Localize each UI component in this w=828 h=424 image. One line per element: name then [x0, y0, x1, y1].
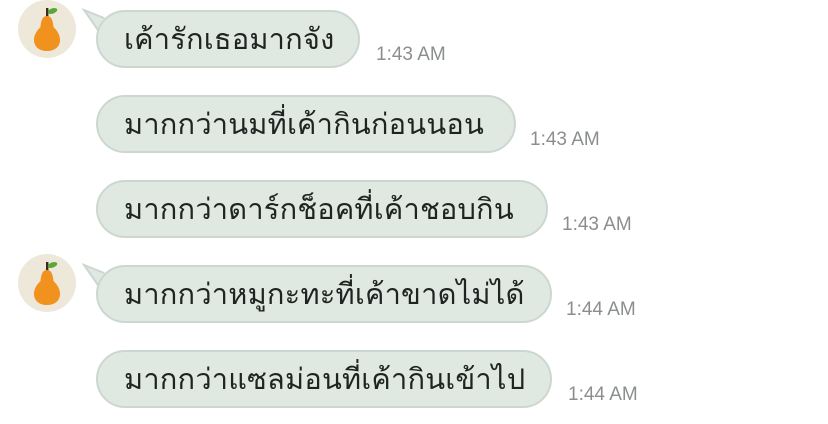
message-timestamp: 1:44 AM: [566, 299, 636, 320]
message-text: มากกว่าแซลม่อนที่เค้ากินเข้าไป: [124, 362, 526, 396]
message-timestamp: 1:43 AM: [376, 44, 446, 65]
chat-thread: เค้ารักเธอมากจัง 1:43 AM มากกว่านมที่เค้…: [0, 0, 828, 424]
message-bubble[interactable]: มากกว่าแซลม่อนที่เค้ากินเข้าไป: [96, 350, 552, 408]
message-bubble[interactable]: เค้ารักเธอมากจัง: [96, 10, 360, 68]
message-timestamp: 1:43 AM: [530, 129, 600, 150]
message-timestamp: 1:43 AM: [562, 214, 632, 235]
avatar[interactable]: [18, 254, 76, 312]
message-row: มากกว่าหมูกะทะที่เค้าขาดไม่ได้ 1:44 AM: [82, 263, 666, 327]
message-bubble[interactable]: มากกว่าดาร์กช็อคที่เค้าชอบกิน: [96, 180, 548, 238]
message-bubble[interactable]: มากกว่าหมูกะทะที่เค้าขาดไม่ได้: [96, 265, 552, 323]
message-text: มากกว่าหมูกะทะที่เค้าขาดไม่ได้: [124, 277, 525, 311]
message-row: มากกว่านมที่เค้ากินก่อนนอน 1:43 AM: [96, 95, 616, 157]
message-row: มากกว่าแซลม่อนที่เค้ากินเข้าไป 1:44 AM: [96, 350, 656, 412]
message-bubble[interactable]: มากกว่านมที่เค้ากินก่อนนอน: [96, 95, 516, 153]
message-text: มากกว่าดาร์กช็อคที่เค้าชอบกิน: [124, 192, 514, 226]
message-text: มากกว่านมที่เค้ากินก่อนนอน: [124, 107, 484, 141]
message-text: เค้ารักเธอมากจัง: [124, 22, 335, 56]
message-row: เค้ารักเธอมากจัง 1:43 AM: [82, 8, 496, 72]
message-timestamp: 1:44 AM: [568, 384, 638, 405]
pear-icon: [34, 262, 60, 305]
avatar[interactable]: [18, 0, 76, 58]
message-row: มากกว่าดาร์กช็อคที่เค้าชอบกิน 1:43 AM: [96, 180, 656, 242]
pear-icon: [34, 8, 60, 51]
